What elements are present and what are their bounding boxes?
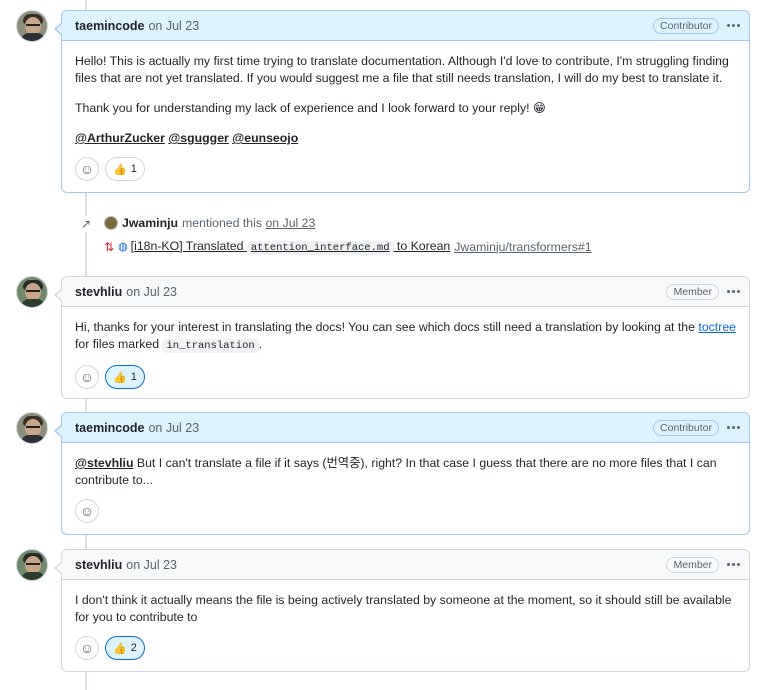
comment-body: I don't think it actually means the file… bbox=[62, 580, 749, 636]
reaction-count: 1 bbox=[130, 163, 137, 175]
pr-title-suffix: to Korean bbox=[393, 239, 451, 253]
inline-code: in_translation bbox=[162, 339, 259, 353]
role-badge: Contributor bbox=[653, 420, 719, 436]
comment-paragraph: @stevhliu But I can't translate a file i… bbox=[75, 455, 736, 489]
comment-timestamp[interactable]: on Jul 23 bbox=[148, 19, 199, 33]
thumbsup-icon: 👍 bbox=[113, 642, 127, 655]
comment-author[interactable]: stevhliu bbox=[75, 558, 122, 572]
event-header: Jwaminju mentioned this on Jul 23 bbox=[104, 216, 315, 230]
comment-paragraph: Hello! This is actually my first time tr… bbox=[75, 54, 729, 85]
comment-author[interactable]: stevhliu bbox=[75, 285, 122, 299]
comment-paragraph: I don't think it actually means the file… bbox=[75, 593, 732, 624]
comment-card: taemincode on Jul 23 Contributor Hello! … bbox=[54, 10, 750, 194]
comment-paragraph: Hi, thanks for your interest in translat… bbox=[75, 319, 736, 355]
comment-card: stevhliu on Jul 23 Member I don't think … bbox=[54, 549, 750, 673]
comment-text: for files marked bbox=[75, 337, 163, 351]
comment-timestamp[interactable]: on Jul 23 bbox=[126, 558, 177, 572]
globe-icon: ◍ bbox=[118, 241, 128, 253]
comment-body: Hello! This is actually my first time tr… bbox=[62, 41, 749, 157]
reactions-bar: ☺ 👍 2 bbox=[62, 636, 749, 673]
toctree-link[interactable]: toctree bbox=[698, 320, 736, 334]
comment-paragraph: Thank you for understanding my lack of e… bbox=[75, 101, 546, 115]
comment-author[interactable]: taemincode bbox=[75, 421, 144, 435]
kebab-horizontal-icon[interactable] bbox=[725, 282, 741, 300]
user-mention[interactable]: @eunseojo bbox=[232, 131, 298, 145]
pr-title-link[interactable]: [i18n-KO] Translated attention_interface… bbox=[130, 239, 451, 255]
thumbsup-icon: 👍 bbox=[113, 371, 127, 384]
thumbsup-reaction-button[interactable]: 👍 1 bbox=[105, 157, 145, 181]
pr-title-prefix: [i18n-KO] Translated bbox=[130, 239, 247, 253]
kebab-horizontal-icon[interactable] bbox=[725, 418, 741, 436]
comment-text: Hi, thanks for your interest in translat… bbox=[75, 320, 699, 334]
event-author[interactable]: Jwaminju bbox=[122, 216, 178, 230]
role-badge: Contributor bbox=[653, 18, 719, 34]
avatar[interactable] bbox=[16, 276, 48, 308]
git-pull-request-icon: ⇅ bbox=[104, 239, 115, 254]
thumbsup-reaction-button[interactable]: 👍 2 bbox=[105, 636, 145, 660]
reactions-bar: ☺ 👍 1 bbox=[62, 365, 749, 402]
comment-card: stevhliu on Jul 23 Member Hi, thanks for… bbox=[54, 276, 750, 402]
comment-card: taemincode on Jul 23 Contributor @stevhl… bbox=[54, 412, 750, 536]
event-action: mentioned this bbox=[182, 216, 263, 230]
smiley-icon[interactable]: ☺ bbox=[75, 157, 99, 181]
smiley-icon[interactable]: ☺ bbox=[75, 365, 99, 389]
comment-body: Hi, thanks for your interest in translat… bbox=[62, 307, 749, 365]
event-timestamp[interactable]: on Jul 23 bbox=[265, 216, 315, 230]
comment-header: stevhliu on Jul 23 Member bbox=[62, 550, 749, 580]
comment-header: taemincode on Jul 23 Contributor bbox=[62, 413, 749, 443]
smiley-icon[interactable]: ☺ bbox=[75, 499, 99, 523]
comment-text: . bbox=[258, 337, 263, 351]
kebab-horizontal-icon[interactable] bbox=[725, 16, 741, 34]
comment-timestamp[interactable]: on Jul 23 bbox=[148, 421, 199, 435]
pr-reference-link[interactable]: Jwaminju/transformers#1 bbox=[454, 240, 591, 254]
user-mention[interactable]: @stevhliu bbox=[75, 456, 133, 470]
mentions-line: @ArthurZucker @sgugger @eunseojo bbox=[75, 130, 736, 147]
thumbsup-icon: 👍 bbox=[113, 163, 127, 176]
reactions-bar: ☺ 👍 1 bbox=[62, 157, 749, 194]
role-badge: Member bbox=[666, 284, 719, 300]
referenced-pr: ⇅ ◍ [i18n-KO] Translated attention_inter… bbox=[104, 239, 592, 255]
avatar[interactable] bbox=[104, 216, 118, 230]
reaction-count: 1 bbox=[130, 371, 137, 383]
comment-text: But I can't translate a file if it says … bbox=[75, 456, 717, 487]
comment-body: @stevhliu But I can't translate a file i… bbox=[62, 443, 749, 499]
kebab-horizontal-icon[interactable] bbox=[725, 555, 741, 573]
avatar[interactable] bbox=[16, 412, 48, 444]
user-mention[interactable]: @sgugger bbox=[168, 131, 229, 145]
user-mention[interactable]: @ArthurZucker bbox=[75, 131, 165, 145]
avatar[interactable] bbox=[16, 549, 48, 581]
comment-author[interactable]: taemincode bbox=[75, 19, 144, 33]
pr-title-code: attention_interface.md bbox=[246, 241, 394, 255]
role-badge: Member bbox=[666, 557, 719, 573]
cross-reference-icon: ↗ bbox=[78, 216, 94, 232]
reactions-bar: ☺ bbox=[62, 499, 749, 536]
comment-header: stevhliu on Jul 23 Member bbox=[62, 277, 749, 307]
thumbsup-reaction-button[interactable]: 👍 1 bbox=[105, 365, 145, 389]
comment-header: taemincode on Jul 23 Contributor bbox=[62, 11, 749, 41]
avatar[interactable] bbox=[16, 10, 48, 42]
reaction-count: 2 bbox=[130, 642, 137, 654]
smiley-icon[interactable]: ☺ bbox=[75, 636, 99, 660]
comment-timestamp[interactable]: on Jul 23 bbox=[126, 285, 177, 299]
